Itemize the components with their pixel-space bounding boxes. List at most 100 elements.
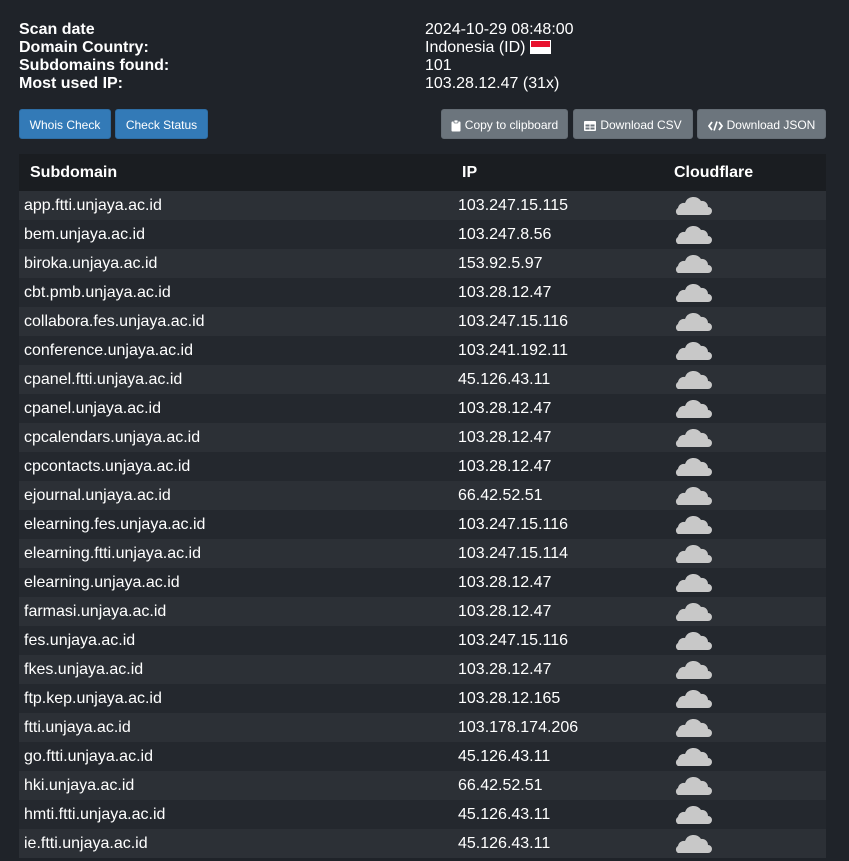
scan-date-value: 2024-10-29 08:48:00: [425, 21, 574, 38]
ip-column-header[interactable]: IP: [462, 164, 477, 182]
table-row: fkes.unjaya.ac.id 103.28.12.47: [19, 655, 826, 684]
check-status-label: Check Status: [125, 118, 198, 132]
table-row: cpanel.unjaya.ac.id 103.28.12.47: [19, 394, 826, 423]
cloud-icon: [674, 399, 712, 418]
subdomain-cell[interactable]: ie.ftti.unjaya.ac.id: [24, 829, 148, 858]
subdomain-cell[interactable]: biroka.unjaya.ac.id: [24, 249, 157, 278]
subdomains-found-row: Subdomains found: 101: [19, 57, 839, 75]
cloud-icon: [674, 225, 712, 244]
subdomain-cell[interactable]: cbt.pmb.unjaya.ac.id: [24, 278, 171, 307]
ip-cell: 103.28.12.47: [458, 603, 552, 620]
subdomain-cell[interactable]: hki.unjaya.ac.id: [24, 771, 134, 800]
ip-cell: 103.247.15.116: [458, 632, 569, 649]
cloud-icon: [674, 631, 712, 650]
subdomain-cell[interactable]: cpcalendars.unjaya.ac.id: [24, 423, 200, 452]
subdomain-cell[interactable]: fkes.unjaya.ac.id: [24, 655, 143, 684]
subdomain-cell[interactable]: go.ftti.unjaya.ac.id: [24, 742, 153, 771]
table-row: ftp.kep.unjaya.ac.id 103.28.12.165: [19, 684, 826, 713]
ip-cell: 103.247.15.114: [458, 545, 569, 562]
ip-cell: 103.247.15.116: [458, 516, 569, 533]
cloud-icon: [674, 718, 712, 737]
subdomain-cell[interactable]: elearning.ftti.unjaya.ac.id: [24, 539, 201, 568]
cloud-icon: [674, 428, 712, 447]
subdomain-cell[interactable]: hmti.ftti.unjaya.ac.id: [24, 800, 165, 829]
whois-check-button[interactable]: Whois Check: [19, 109, 111, 139]
subdomain-cell[interactable]: farmasi.unjaya.ac.id: [24, 597, 166, 626]
table-row: cpcalendars.unjaya.ac.id 103.28.12.47: [19, 423, 826, 452]
ip-cell: 103.241.192.11: [458, 342, 569, 359]
table-row: ie.ftti.unjaya.ac.id 45.126.43.11: [19, 829, 826, 858]
cloud-icon: [674, 776, 712, 795]
download-csv-label: Download CSV: [600, 118, 682, 132]
subdomain-cell[interactable]: ejournal.unjaya.ac.id: [24, 481, 171, 510]
ip-cell: 103.28.12.47: [458, 400, 552, 417]
subdomain-cell[interactable]: fes.unjaya.ac.id: [24, 626, 135, 655]
scan-date-row: Scan date 2024-10-29 08:48:00: [19, 21, 839, 39]
most-used-ip-row: Most used IP: 103.28.12.47 (31x): [19, 75, 839, 93]
table-row: hmti.ftti.unjaya.ac.id 45.126.43.11: [19, 800, 826, 829]
scan-date-label: Scan date: [19, 21, 95, 38]
subdomain-cell[interactable]: ftti.unjaya.ac.id: [24, 713, 131, 742]
subdomain-cell[interactable]: bem.unjaya.ac.id: [24, 220, 145, 249]
table-row: elearning.ftti.unjaya.ac.id 103.247.15.11…: [19, 539, 826, 568]
cloud-icon: [674, 312, 712, 331]
check-status-button[interactable]: Check Status: [115, 109, 208, 139]
table-row: conference.unjaya.ac.id 103.241.192.11: [19, 336, 826, 365]
ip-cell: 45.126.43.11: [458, 748, 551, 765]
copy-to-clipboard-button[interactable]: Copy to clipboard: [441, 109, 568, 139]
subdomains-found-label: Subdomains found:: [19, 57, 170, 74]
table-row: cpanel.ftti.unjaya.ac.id 45.126.43.11: [19, 365, 826, 394]
cloudflare-column-header[interactable]: Cloudflare: [674, 164, 753, 182]
cloud-icon: [674, 370, 712, 389]
subdomain-cell[interactable]: cpanel.ftti.unjaya.ac.id: [24, 365, 182, 394]
subdomain-cell[interactable]: conference.unjaya.ac.id: [24, 336, 193, 365]
indonesia-flag-icon: [529, 40, 551, 54]
cloud-icon: [674, 283, 712, 302]
download-json-label: Download JSON: [726, 118, 816, 132]
ip-cell: 103.247.8.56: [458, 226, 552, 243]
whois-check-label: Whois Check: [29, 118, 101, 132]
table-row: collabora.fes.unjaya.ac.id 103.247.15.116: [19, 307, 826, 336]
table-row: elearning.fes.unjaya.ac.id 103.247.15.116: [19, 510, 826, 539]
domain-country-row: Domain Country: Indonesia (ID): [19, 39, 839, 57]
ip-cell: 103.28.12.47: [458, 661, 552, 678]
clipboard-icon: [451, 119, 461, 132]
subdomain-cell[interactable]: cpanel.unjaya.ac.id: [24, 394, 161, 423]
table-row: farmasi.unjaya.ac.id 103.28.12.47: [19, 597, 826, 626]
table-body: app.ftti.unjaya.ac.id 103.247.15.115 bem.u…: [19, 191, 826, 858]
ip-cell: 153.92.5.97: [458, 255, 543, 272]
subdomain-cell[interactable]: collabora.fes.unjaya.ac.id: [24, 307, 205, 336]
ip-cell: 45.126.43.11: [458, 835, 551, 852]
table-row: fes.unjaya.ac.id 103.247.15.116: [19, 626, 826, 655]
action-toolbar: Whois Check Check Status Copy to clipboa…: [0, 109, 849, 139]
cloud-icon: [674, 689, 712, 708]
download-json-button[interactable]: Download JSON: [697, 109, 826, 139]
subdomain-cell[interactable]: app.ftti.unjaya.ac.id: [24, 191, 162, 220]
cloud-icon: [674, 834, 712, 853]
domain-country-label: Domain Country:: [19, 39, 149, 56]
ip-cell: 103.28.12.47: [458, 574, 552, 591]
table-row: biroka.unjaya.ac.id 153.92.5.97: [19, 249, 826, 278]
cloud-icon: [674, 660, 712, 679]
ip-cell: 66.42.52.51: [458, 487, 543, 504]
most-used-ip-value: 103.28.12.47 (31x): [425, 75, 560, 92]
download-csv-button[interactable]: Download CSV: [573, 109, 693, 139]
subdomain-cell[interactable]: elearning.unjaya.ac.id: [24, 568, 180, 597]
table-row: cpcontacts.unjaya.ac.id 103.28.12.47: [19, 452, 826, 481]
cloud-icon: [674, 747, 712, 766]
table-row: hki.unjaya.ac.id 66.42.52.51: [19, 771, 826, 800]
subdomain-cell[interactable]: ftp.kep.unjaya.ac.id: [24, 684, 162, 713]
scan-result-page: Scan date 2024-10-29 08:48:00 Domain Cou…: [0, 0, 849, 861]
ip-cell: 103.178.174.206: [458, 719, 579, 736]
subdomain-cell[interactable]: elearning.fes.unjaya.ac.id: [24, 510, 205, 539]
table-row: elearning.unjaya.ac.id 103.28.12.47: [19, 568, 826, 597]
ip-cell: 45.126.43.11: [458, 806, 551, 823]
ip-cell: 103.28.12.47: [458, 284, 552, 301]
subdomain-cell[interactable]: cpcontacts.unjaya.ac.id: [24, 452, 190, 481]
cloud-icon: [674, 602, 712, 621]
cloud-icon: [674, 196, 712, 215]
subdomain-column-header[interactable]: Subdomain: [30, 164, 117, 182]
code-icon: [707, 121, 723, 131]
most-used-ip-label: Most used IP:: [19, 75, 124, 92]
scan-summary: Scan date 2024-10-29 08:48:00 Domain Cou…: [19, 21, 839, 93]
